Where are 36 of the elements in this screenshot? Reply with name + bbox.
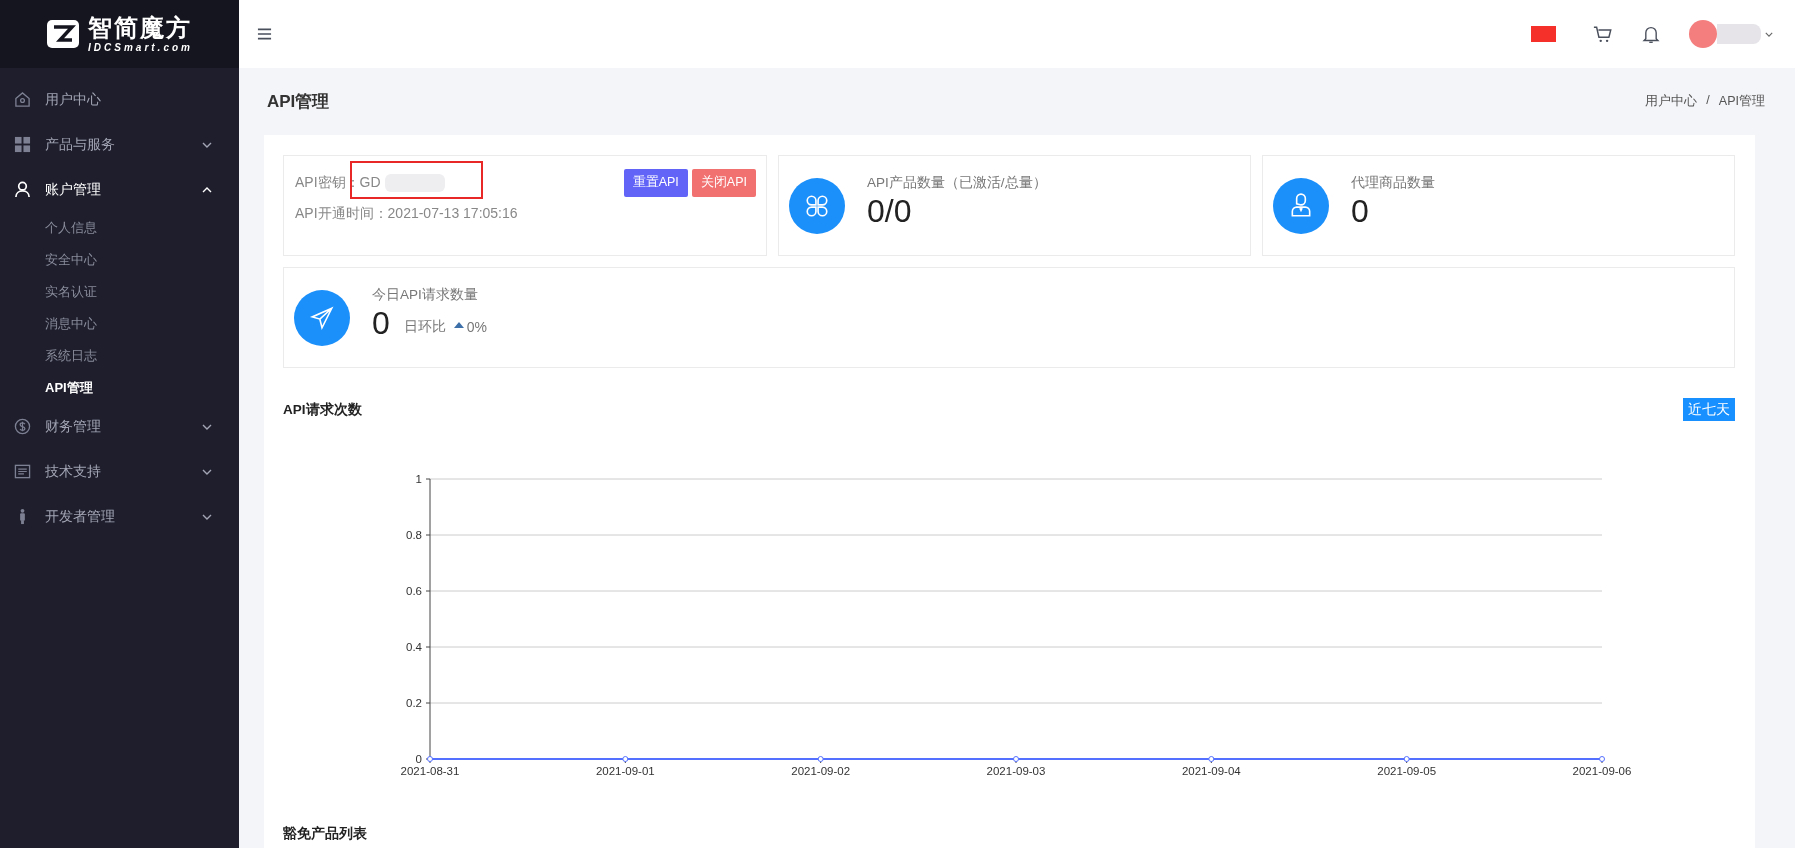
stat-value: 0/0 <box>867 192 913 231</box>
x-tick-label: 2021-09-05 <box>1377 765 1437 777</box>
api-key-label: API密钥：GD <box>295 173 381 192</box>
brand-domain: IDCSmart.com <box>88 42 193 53</box>
section-title: 豁免产品列表 <box>283 825 368 843</box>
x-tick-label: 2021-08-31 <box>400 765 460 777</box>
sidebar-item-label: 开发者管理 <box>45 507 116 526</box>
x-tick-label: 2021-09-03 <box>986 765 1046 777</box>
y-tick-label: 0.4 <box>406 641 422 653</box>
stat-label: API产品数量（已激活/总量） <box>867 174 1047 193</box>
sidebar-item-label: 产品与服务 <box>45 135 116 154</box>
section-title: API请求次数 <box>283 400 362 419</box>
compare-label: 日环比 <box>403 318 446 337</box>
stat-value: 0 <box>1351 192 1370 231</box>
stat-value: 0 <box>372 304 390 343</box>
x-tick-label: 2021-09-06 <box>1572 765 1632 777</box>
sidebar-item-label: 账户管理 <box>45 180 102 199</box>
sidebar-item-label: 财务管理 <box>45 417 102 436</box>
brand-name: 智简魔方 <box>88 15 193 40</box>
stat-label: 代理商品数量 <box>1351 174 1435 193</box>
y-tick-label: 0 <box>415 753 422 765</box>
y-tick-label: 0.6 <box>406 585 422 597</box>
sidebar-item-label: 技术支持 <box>45 462 102 481</box>
y-tick-label: 1 <box>415 473 422 485</box>
y-tick-label: 0.2 <box>406 697 422 709</box>
x-tick-label: 2021-09-02 <box>791 765 851 777</box>
sidebar-item-label: 用户中心 <box>45 90 102 109</box>
breadcrumb-separator: / <box>1706 93 1710 109</box>
api-open-time: API开通时间：2021-07-13 17:05:16 <box>295 205 519 223</box>
x-tick-label: 2021-09-01 <box>595 765 655 777</box>
x-tick-label: 2021-09-04 <box>1181 765 1241 777</box>
stat-label: 今日API请求数量 <box>372 286 479 305</box>
page-title: API管理 <box>267 91 331 113</box>
breadcrumb-item: API管理 <box>1718 93 1765 110</box>
y-tick-label: 0.8 <box>406 529 422 541</box>
change-value: 0% <box>466 319 488 336</box>
